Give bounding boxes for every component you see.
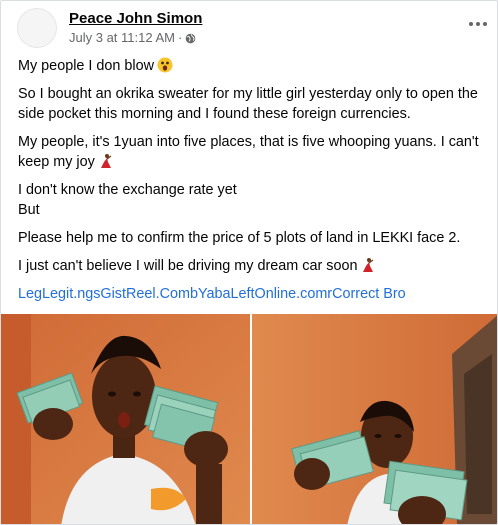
author-avatar[interactable] [17, 8, 57, 48]
post-paragraph-6: Please help me to confirm the price of 5… [18, 230, 461, 246]
post-paragraph-1: My people I don blow [18, 56, 173, 79]
photo-girl-holding-notes-left[interactable] [1, 314, 250, 524]
author-name-link[interactable]: Peace John Simon [69, 10, 202, 27]
post-paragraph-4: I don't know the exchange rate yet [18, 182, 237, 198]
photo-girl-holding-notes-right[interactable] [252, 314, 497, 524]
post-paragraph-7: I just can't believe I will be driving m… [18, 256, 376, 279]
post-paragraph-5: But [18, 202, 40, 218]
watermark-sources-link[interactable]: LegLegit.ngsGistReel.CombYabaLeftOnline.… [18, 284, 406, 304]
globe-icon[interactable] [185, 32, 196, 44]
meta-separator: · [178, 30, 183, 45]
post-timestamp[interactable]: July 3 at 11:12 AM [69, 30, 175, 45]
post-paragraph-3: My people, it's 1yuan into five places, … [18, 132, 486, 175]
woman-dancing-emoji [98, 153, 114, 175]
astonished-face-emoji [157, 57, 173, 79]
facebook-post: Peace John Simon July 3 at 11:12 AM · My… [0, 0, 498, 525]
woman-dancing-emoji [360, 257, 376, 279]
post-header: Peace John Simon July 3 at 11:12 AM · [17, 8, 487, 52]
post-photos [1, 314, 497, 524]
post-paragraph-2: So I bought an okrika sweater for my lit… [18, 86, 478, 122]
post-meta: July 3 at 11:12 AM · [69, 30, 196, 45]
more-options-icon[interactable] [465, 16, 491, 32]
